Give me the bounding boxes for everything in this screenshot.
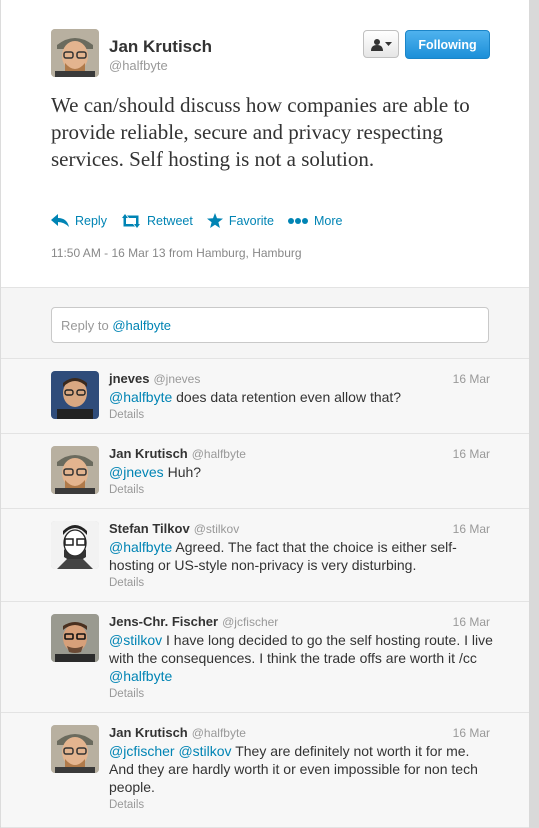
reply-text: @jneves Huh? — [109, 463, 494, 481]
reply-text: @halfbyte does data retention even allow… — [109, 388, 494, 406]
avatar[interactable] — [51, 521, 99, 569]
avatar[interactable] — [51, 614, 99, 662]
details-link[interactable]: Details — [109, 688, 144, 700]
reply-item[interactable]: Jan Krutisch @halfbyte 16 Mar @jneves Huh… — [1, 434, 529, 509]
reply-author-name: Jens-Chr. Fischer — [109, 614, 219, 629]
reply-author[interactable]: Jan Krutisch @halfbyte — [109, 446, 246, 461]
reply-text: @stilkov I have long decided to go the s… — [109, 631, 494, 685]
reply-thread: jneves @jneves 16 Mar @halfbyte does data… — [1, 359, 529, 828]
reply-time[interactable]: 16 Mar — [453, 372, 490, 386]
mention-link[interactable]: @halfbyte — [109, 668, 172, 684]
retweet-icon — [121, 213, 140, 228]
reply-text: @halfbyte Agreed. The fact that the choi… — [109, 538, 494, 574]
reply-item[interactable]: Stefan Tilkov @stilkov 16 Mar @halfbyte A… — [1, 509, 529, 602]
reply-text-body: does data retention even allow that? — [172, 389, 402, 405]
reply-input-prefix: Reply to — [61, 318, 113, 333]
mention-link[interactable]: @jcfischer — [109, 743, 175, 759]
favorite-action[interactable]: Favorite — [206, 213, 274, 228]
reply-text-body: Huh? — [163, 464, 202, 480]
mention-link[interactable]: @halfbyte — [109, 539, 172, 555]
reply-time[interactable]: 16 Mar — [453, 447, 490, 461]
reply-input[interactable]: Reply to @halfbyte — [51, 307, 489, 343]
following-button[interactable]: Following — [405, 30, 490, 59]
mention-link[interactable]: @halfbyte — [109, 389, 172, 405]
details-link[interactable]: Details — [109, 577, 144, 589]
details-link[interactable]: Details — [109, 409, 144, 421]
reply-author-name: Jan Krutisch — [109, 446, 188, 461]
reply-author[interactable]: jneves @jneves — [109, 371, 200, 386]
reply-item[interactable]: Jan Krutisch @halfbyte 16 Mar @jcfischer … — [1, 713, 529, 828]
reply-author[interactable]: Jens-Chr. Fischer @jcfischer — [109, 614, 278, 629]
tweet-actions: Reply Retweet Favorite More — [51, 213, 342, 228]
author-handle[interactable]: @halfbyte — [109, 58, 168, 73]
reply-time[interactable]: 16 Mar — [453, 615, 490, 629]
avatar[interactable] — [51, 371, 99, 419]
reply-input-mention: @halfbyte — [112, 318, 172, 333]
reply-area: Reply to @halfbyte — [1, 287, 529, 359]
reply-author-name: Stefan Tilkov — [109, 521, 190, 536]
reply-author[interactable]: Jan Krutisch @halfbyte — [109, 725, 246, 740]
retweet-label: Retweet — [146, 213, 193, 228]
reply-label: Reply — [75, 213, 107, 228]
tweet-card: Jan Krutisch @halfbyte Following We can/… — [0, 0, 529, 828]
reply-time[interactable]: 16 Mar — [453, 522, 490, 536]
tweet-text: We can/should discuss how companies are … — [51, 93, 470, 171]
avatar[interactable] — [51, 725, 99, 773]
reply-author-handle: @halfbyte — [191, 726, 246, 740]
star-icon — [206, 213, 223, 228]
author-name[interactable]: Jan Krutisch — [109, 37, 212, 57]
reply-author-name: jneves — [109, 371, 150, 386]
reply-author-handle: @jcfischer — [222, 615, 279, 629]
reply-author-handle: @jneves — [153, 372, 201, 386]
tweet-timestamp[interactable]: 11:50 AM - 16 Mar 13 from Hamburg, Hambu… — [51, 246, 302, 260]
user-actions-button[interactable] — [363, 30, 399, 58]
person-icon — [370, 38, 383, 51]
reply-icon — [51, 213, 69, 227]
details-link[interactable]: Details — [109, 799, 144, 811]
reply-text-body: I have long decided to go the self hosti… — [109, 632, 493, 666]
reply-author-name: Jan Krutisch — [109, 725, 188, 740]
author-avatar[interactable] — [51, 29, 99, 77]
more-label: More — [313, 213, 343, 228]
reply-author[interactable]: Stefan Tilkov @stilkov — [109, 521, 239, 536]
retweet-action[interactable]: Retweet — [121, 213, 193, 228]
more-action[interactable]: More — [287, 213, 343, 228]
details-link[interactable]: Details — [109, 484, 144, 496]
chevron-down-icon — [384, 41, 392, 46]
mention-link[interactable]: @stilkov — [109, 632, 162, 648]
reply-action[interactable]: Reply — [51, 213, 107, 228]
reply-item[interactable]: Jens-Chr. Fischer @jcfischer 16 Mar @stil… — [1, 602, 529, 713]
main-tweet: Jan Krutisch @halfbyte Following We can/… — [1, 0, 529, 287]
reply-text: @jcfischer @stilkov They are definitely … — [109, 742, 494, 796]
avatar[interactable] — [51, 446, 99, 494]
reply-author-handle: @stilkov — [193, 522, 240, 536]
mention-link[interactable]: @jneves — [109, 464, 164, 480]
reply-time[interactable]: 16 Mar — [453, 726, 490, 740]
reply-author-handle: @halfbyte — [191, 447, 246, 461]
favorite-label: Favorite — [228, 213, 274, 228]
reply-item[interactable]: jneves @jneves 16 Mar @halfbyte does data… — [1, 359, 529, 434]
more-dots-icon — [287, 217, 308, 224]
mention-link[interactable]: @stilkov — [178, 743, 231, 759]
